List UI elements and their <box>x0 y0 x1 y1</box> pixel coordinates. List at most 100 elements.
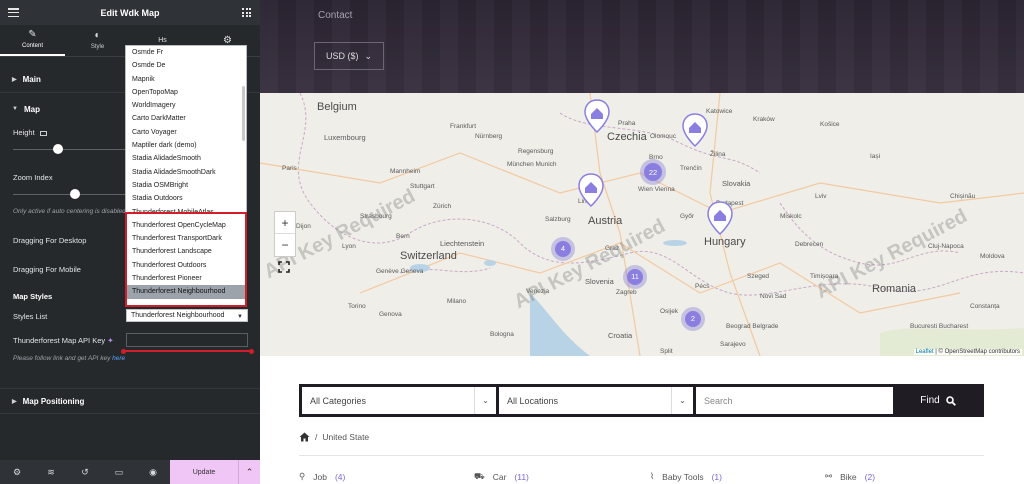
tab-content-label: Content <box>21 43 43 49</box>
caret-down-icon: ▼ <box>12 106 18 112</box>
map-label-city: Constanța <box>970 303 1000 310</box>
map-label-city: Novi Sad <box>760 293 787 300</box>
tab-content[interactable]: ✎ Content <box>0 25 65 56</box>
breadcrumb: / United State <box>299 432 369 442</box>
dropdown-option[interactable]: Osmde De <box>126 59 246 72</box>
category-item-car[interactable]: ⛟ Car (11) <box>474 471 529 483</box>
widgets-grid-icon[interactable] <box>242 8 251 17</box>
fullscreen-icon[interactable] <box>278 261 290 273</box>
hamburger-menu-icon[interactable] <box>8 8 19 18</box>
contrast-icon: ◐ <box>94 30 101 41</box>
map-label-country: Luxembourg <box>324 133 366 142</box>
eye-icon[interactable]: ◉ <box>136 467 170 478</box>
map-styles-heading: Map Styles <box>13 292 53 301</box>
map-zoom-control: + − <box>274 211 296 257</box>
category-item-job[interactable]: ⚲ Job (4) <box>299 471 345 482</box>
styles-list-label: Styles List <box>13 312 48 321</box>
map-label-country: Liechtenstein <box>440 239 485 248</box>
tab-style[interactable]: ◐ Style <box>65 25 130 56</box>
gear-icon: ⚙ <box>223 34 232 46</box>
layers-icon[interactable]: ≋ <box>34 467 68 478</box>
map-cluster[interactable]: 4 <box>551 237 575 261</box>
map-label-city: Dijon <box>296 223 311 230</box>
dropdown-option[interactable]: Stadia Outdoors <box>126 192 246 205</box>
leaflet-link[interactable]: Leaflet <box>916 349 934 355</box>
locations-select[interactable]: All Locations ⌄ <box>499 387 693 414</box>
dragging-desktop-label: Dragging For Desktop <box>13 236 87 245</box>
zoom-out-button[interactable]: − <box>275 234 295 256</box>
map-label-city: Győr <box>680 213 695 220</box>
section-map-label: Map <box>23 104 40 114</box>
map-label-city: Iași <box>870 153 881 160</box>
map-label-city: Lviv <box>815 193 827 200</box>
map-label-country: Hungary <box>704 236 746 248</box>
home-icon[interactable] <box>299 432 310 442</box>
api-key-input[interactable] <box>126 333 248 347</box>
nav-contact-link[interactable]: Contact <box>318 10 352 21</box>
responsive-icon[interactable]: ▭ <box>102 467 136 478</box>
panel-header: Edit Wdk Map <box>0 0 260 25</box>
zoom-index-label: Zoom Index <box>13 173 53 182</box>
dropdown-option[interactable]: Maptiler dark (demo) <box>126 139 246 152</box>
find-button[interactable]: Find <box>896 387 980 414</box>
map-label-city: Szeged <box>747 273 770 280</box>
update-button[interactable]: Update <box>170 460 238 484</box>
map-label-country: Belgium <box>317 101 357 113</box>
map-marker-pin[interactable] <box>584 99 610 133</box>
map-label-city: Zagreb <box>616 289 637 296</box>
dropdown-option[interactable]: WorldImagery <box>126 99 246 112</box>
history-icon[interactable]: ↺ <box>68 467 102 478</box>
map-marker-pin[interactable] <box>682 113 708 147</box>
osm-attribution[interactable]: © OpenStreetMap contributors <box>939 349 1020 355</box>
zoom-slider-knob[interactable] <box>69 189 80 199</box>
dropdown-option[interactable]: Stadia OSMBright <box>126 179 246 192</box>
map-cluster[interactable]: 2 <box>681 307 705 331</box>
listing-search-bar: All Categories ⌄ All Locations ⌄ Search … <box>299 384 984 417</box>
styles-list-select[interactable]: Thunderforest Neighbourhood ▼ <box>126 309 248 322</box>
zoom-in-button[interactable]: + <box>275 212 295 234</box>
category-item-baby-tools[interactable]: ⌇ Baby Tools (1) <box>650 471 722 482</box>
map-cluster[interactable]: 11 <box>623 265 647 289</box>
section-map-positioning[interactable]: ▶ Map Positioning <box>0 388 260 414</box>
styles-list-value: Thunderforest Neighbourhood <box>131 312 225 319</box>
section-map-positioning-label: Map Positioning <box>22 396 85 406</box>
dropdown-option[interactable]: Stadia AlidadeSmooth <box>126 152 246 165</box>
map-label-city: Zürich <box>433 203 452 210</box>
map-label-city: Osijek <box>660 308 679 315</box>
map-label-country: Romania <box>872 283 917 295</box>
search-input[interactable]: Search <box>696 387 893 414</box>
height-slider-knob[interactable] <box>52 144 63 154</box>
category-item-bike[interactable]: ⚯ Bike (2) <box>825 471 875 482</box>
map-marker-pin[interactable] <box>578 173 604 207</box>
currency-select[interactable]: USD ($) ⌄ <box>314 42 384 70</box>
divider <box>299 455 984 456</box>
map-cluster[interactable]: 22 <box>640 159 666 185</box>
dropdown-option[interactable]: Mapnik <box>126 73 246 86</box>
map-marker-pin[interactable] <box>707 201 733 235</box>
chevron-up-icon[interactable]: ⌃ <box>238 460 260 484</box>
section-main-label: Main <box>22 75 41 84</box>
gear-icon[interactable]: ⚙ <box>0 467 34 478</box>
dropdown-scrollbar[interactable] <box>242 86 245 141</box>
tab-style-label: Style <box>90 44 105 50</box>
map-label-country: Croatia <box>608 331 633 340</box>
map-view[interactable]: Belgium Czechia Austria Switzerland Hung… <box>260 93 1024 356</box>
zoom-hint: Only active if auto centering is disable… <box>13 208 126 215</box>
api-key-label: Thunderforest Map API Key ✦ <box>13 336 114 345</box>
dropdown-option[interactable]: Carto Voyager <box>126 126 246 139</box>
height-slider[interactable] <box>13 144 125 154</box>
site-header: Contact USD ($) ⌄ <box>260 0 1024 93</box>
map-label-country: Switzerland <box>400 250 457 262</box>
dropdown-option[interactable]: Osmde Fr <box>126 46 246 59</box>
map-label-city: Katowice <box>706 108 733 115</box>
zoom-slider[interactable] <box>13 189 125 199</box>
chevron-down-icon: ▼ <box>237 314 243 320</box>
map-label-city: Bologna <box>490 331 514 338</box>
chevron-down-icon: ⌄ <box>474 387 496 414</box>
dropdown-option[interactable]: OpenTopoMap <box>126 86 246 99</box>
map-label-country: Slovenia <box>585 277 614 286</box>
dropdown-option[interactable]: Stadia AlidadeSmoothDark <box>126 166 246 179</box>
api-key-link[interactable]: here <box>112 355 125 362</box>
categories-select[interactable]: All Categories ⌄ <box>302 387 496 414</box>
dropdown-option[interactable]: Carto DarkMatter <box>126 112 246 125</box>
